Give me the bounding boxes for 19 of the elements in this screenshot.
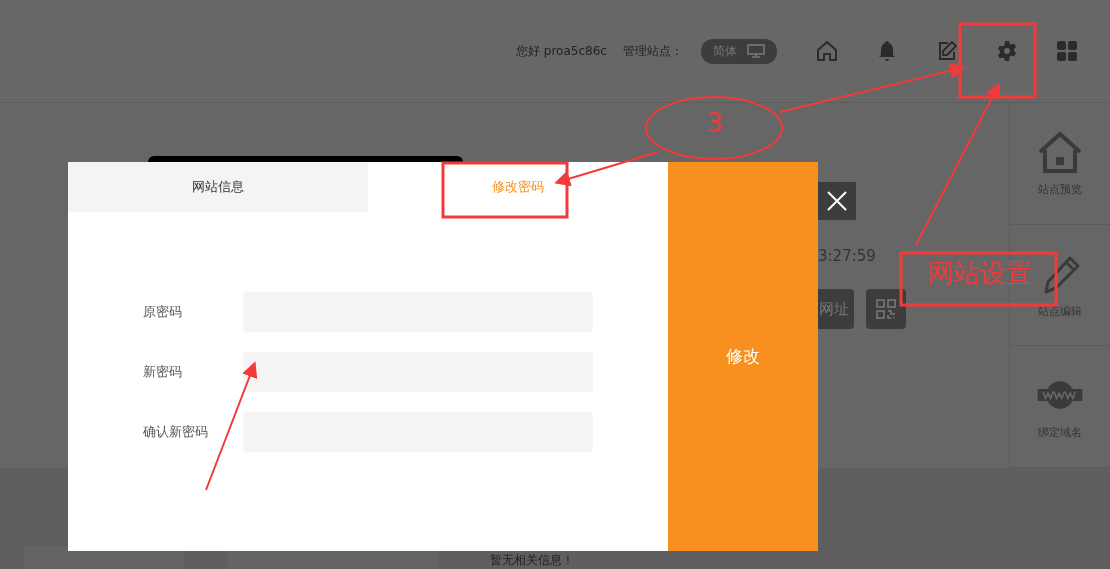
field-label: 新密码 xyxy=(143,363,183,381)
house-icon xyxy=(1036,129,1084,174)
home-icon[interactable] xyxy=(814,39,839,63)
apps-icon[interactable] xyxy=(1054,39,1079,63)
callout-text: 网站设置 xyxy=(928,258,1032,290)
qr-code-button[interactable] xyxy=(866,289,906,329)
monitor-icon xyxy=(746,44,765,58)
submit-button[interactable]: 修改 xyxy=(668,162,818,551)
password-field[interactable] xyxy=(243,352,593,392)
qr-code-icon xyxy=(875,298,897,320)
field-label: 确认新密码 xyxy=(143,423,209,441)
dialog-tab[interactable]: 网站信息 xyxy=(68,162,368,212)
step-number: 3 xyxy=(707,110,724,136)
language-toggle[interactable]: 简体 xyxy=(700,38,777,64)
manage-label: 管理站点： xyxy=(622,42,683,60)
greeting-text: 您好 proa5c86c xyxy=(516,42,607,60)
close-button[interactable] xyxy=(818,182,856,220)
close-icon xyxy=(826,190,848,212)
field-label: 原密码 xyxy=(143,303,183,321)
